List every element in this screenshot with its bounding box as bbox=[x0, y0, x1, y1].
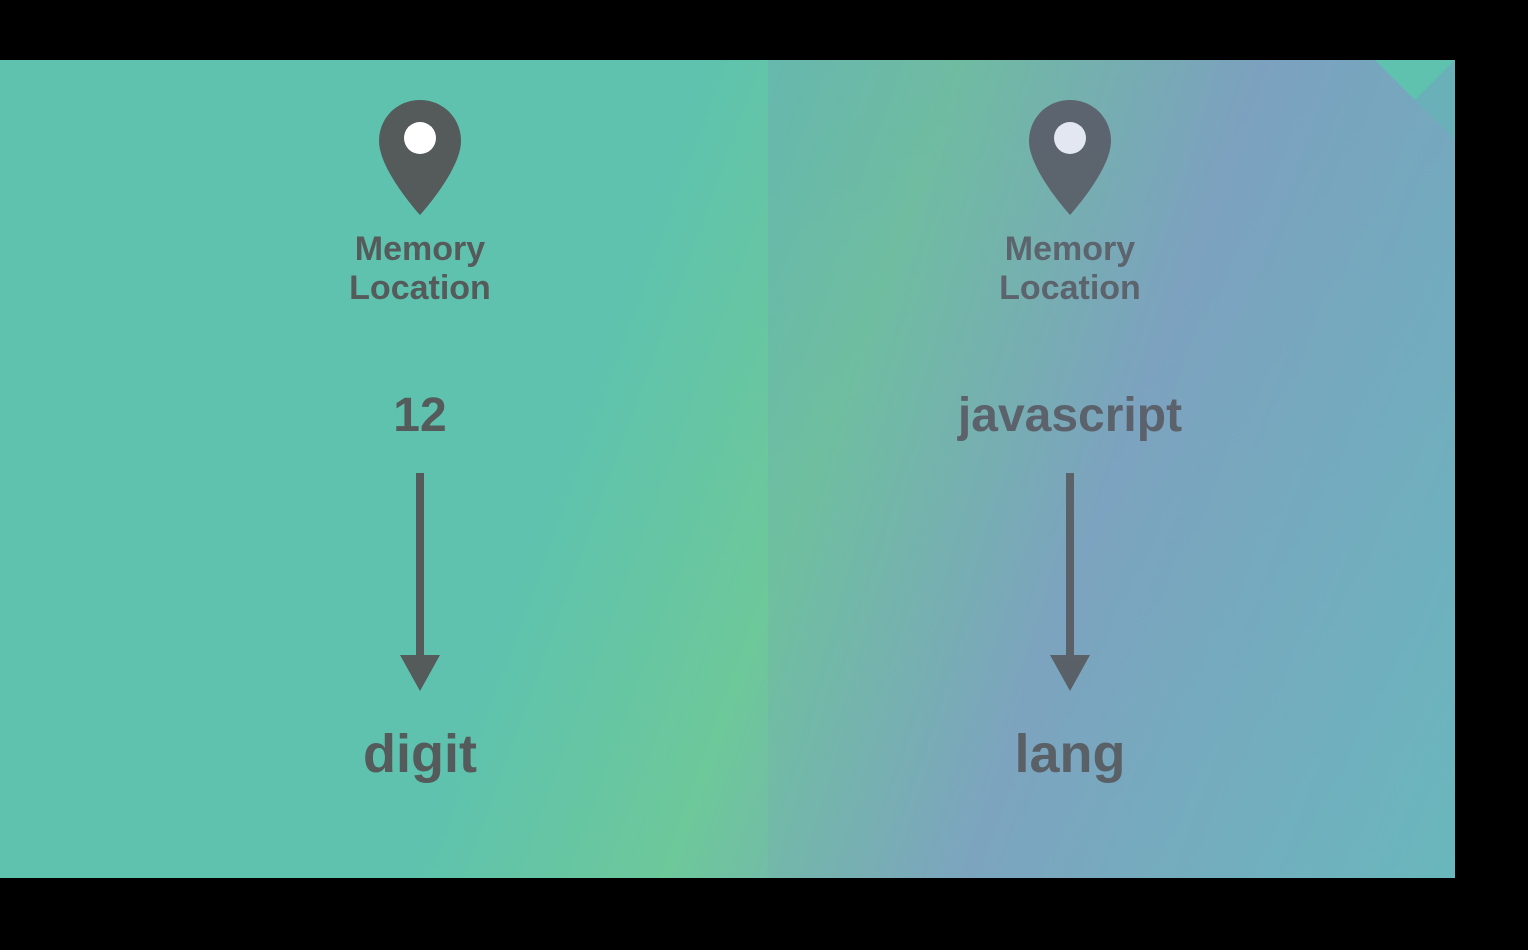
corner-fold-icon bbox=[1375, 60, 1455, 140]
location-pin-icon bbox=[375, 100, 465, 220]
location-pin-icon bbox=[1025, 100, 1115, 220]
memory-location-label: Memory Location bbox=[999, 230, 1141, 308]
memory-location-label: Memory Location bbox=[349, 230, 491, 308]
arrow-down-icon bbox=[390, 473, 450, 693]
memory-label-line2: Location bbox=[349, 269, 491, 308]
memory-label-line2: Location bbox=[999, 269, 1141, 308]
stored-value: 12 bbox=[393, 388, 446, 443]
memory-label-line1: Memory bbox=[349, 230, 491, 269]
variable-name: digit bbox=[363, 723, 477, 785]
arrow-down-icon bbox=[1040, 473, 1100, 693]
stored-value: javascript bbox=[958, 388, 1182, 443]
diagram-canvas: Memory Location 12 digit Memory Location… bbox=[0, 60, 1455, 878]
right-memory-block: Memory Location javascript lang bbox=[880, 100, 1260, 785]
memory-label-line1: Memory bbox=[999, 230, 1141, 269]
variable-name: lang bbox=[1014, 723, 1125, 785]
left-memory-block: Memory Location 12 digit bbox=[230, 100, 610, 785]
